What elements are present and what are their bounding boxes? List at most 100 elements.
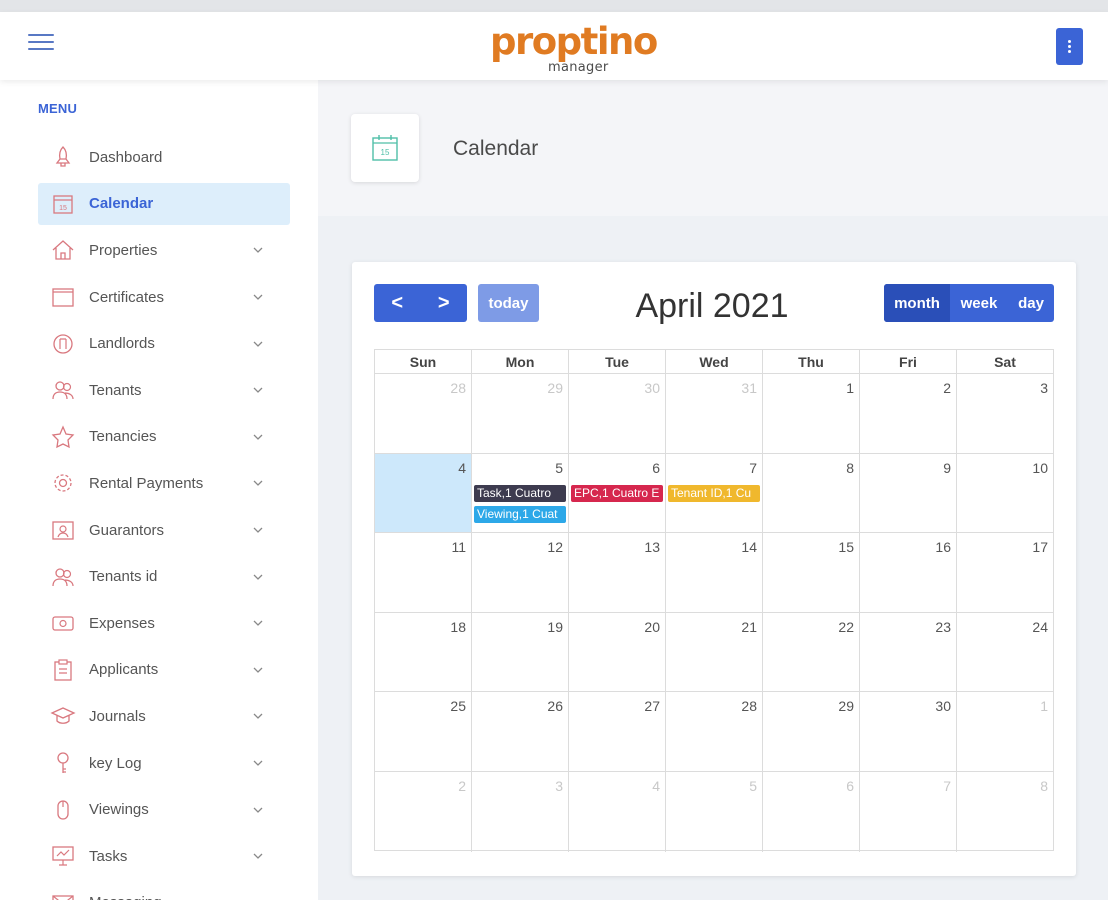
day-number: 1	[846, 380, 854, 396]
chevron-down-icon[interactable]	[252, 617, 264, 629]
calendar-day[interactable]: 28	[666, 692, 763, 771]
calendar-day[interactable]: 3	[957, 374, 1053, 453]
chevron-down-icon[interactable]	[252, 804, 264, 816]
calendar-day[interactable]: 20	[569, 612, 666, 692]
calendar-day[interactable]: 9	[860, 453, 957, 533]
view-day-button[interactable]: day	[1008, 284, 1054, 322]
calendar-day[interactable]: 16	[860, 533, 957, 612]
calendar-day[interactable]: 19	[472, 612, 569, 692]
calendar-day[interactable]: 30	[569, 374, 666, 453]
day-number: 4	[458, 459, 466, 476]
today-button[interactable]: today	[478, 284, 539, 322]
chevron-down-icon[interactable]	[252, 757, 264, 769]
sidebar-item-label: key Log	[89, 754, 142, 772]
calendar-day[interactable]: 25	[375, 692, 472, 771]
chevron-down-icon[interactable]	[252, 431, 264, 443]
sidebar-item-label: Tenants id	[89, 568, 158, 586]
view-week-button[interactable]: week	[950, 284, 1008, 322]
sidebar-item-label: Guarantors	[89, 521, 165, 539]
weekday-header-sun: Sun	[375, 350, 472, 373]
chevron-down-icon[interactable]	[252, 710, 264, 722]
calendar-day[interactable]: 2	[860, 374, 957, 453]
calendar-day[interactable]: 2	[375, 771, 472, 852]
sidebar-item-landlords[interactable]: Landlords	[38, 320, 290, 367]
sidebar-item-rental-payments[interactable]: Rental Payments	[38, 460, 290, 507]
hamburger-menu-icon[interactable]	[28, 34, 54, 54]
day-number: 2	[943, 380, 951, 396]
page-calendar-icon: 15	[351, 114, 419, 182]
sidebar-item-tenancies[interactable]: Tenancies	[38, 414, 290, 461]
chevron-down-icon[interactable]	[252, 384, 264, 396]
chevron-down-icon[interactable]	[252, 664, 264, 676]
calendar-day[interactable]: 21	[666, 612, 763, 692]
chevron-down-icon[interactable]	[252, 571, 264, 583]
calendar-day[interactable]: 7	[860, 771, 957, 852]
sidebar-item-key-log[interactable]: key Log	[38, 740, 290, 787]
calendar-day[interactable]: 14	[666, 533, 763, 612]
calendar-day[interactable]: 29	[763, 692, 860, 771]
calendar-day[interactable]: 4	[569, 771, 666, 852]
calendar-day[interactable]: 24	[957, 613, 1053, 692]
chevron-down-icon[interactable]	[252, 244, 264, 256]
sidebar-item-tenants[interactable]: Tenants	[38, 367, 290, 414]
day-number: 18	[450, 618, 466, 635]
calendar-day[interactable]: 6	[763, 771, 860, 852]
sidebar-item-journals[interactable]: Journals	[38, 693, 290, 740]
calendar-day[interactable]: 15	[763, 533, 860, 612]
calendar-day[interactable]: 1	[957, 692, 1053, 771]
calendar-event[interactable]: Task,1 Cuatro	[474, 484, 566, 502]
calendar-icon: 15	[50, 191, 76, 217]
chevron-down-icon[interactable]	[252, 850, 264, 862]
sidebar-item-viewings[interactable]: Viewings	[38, 786, 290, 833]
sidebar-item-messaging[interactable]: Messaging	[38, 880, 290, 900]
sidebar-item-applicants[interactable]: Applicants	[38, 647, 290, 694]
calendar-day[interactable]: 12	[472, 533, 569, 612]
calendar-day[interactable]: 30	[860, 692, 957, 771]
calendar-event[interactable]: Viewing,1 Cuat	[474, 505, 566, 523]
calendar-day[interactable]: 11	[375, 533, 472, 612]
app-logo[interactable]: proptino manager	[490, 20, 658, 78]
day-number: 19	[547, 618, 563, 635]
calendar-day[interactable]: 5	[666, 771, 763, 852]
calendar-day-today[interactable]: 4	[375, 453, 472, 533]
calendar-day[interactable]: 29	[472, 374, 569, 453]
day-number: 3	[1040, 380, 1048, 396]
day-number: 5	[749, 777, 757, 794]
calendar-day[interactable]: 7 Tenant ID,1 Cu	[666, 453, 763, 533]
calendar-day[interactable]: 10	[957, 454, 1053, 533]
sidebar-item-dashboard[interactable]: Dashboard	[38, 134, 290, 181]
prev-month-button[interactable]: <	[374, 284, 421, 322]
users-icon	[50, 377, 76, 403]
sidebar-item-tasks[interactable]: Tasks	[38, 833, 290, 880]
calendar-day[interactable]: 18	[375, 612, 472, 692]
calendar-event[interactable]: EPC,1 Cuatro E	[571, 484, 663, 502]
sidebar-item-guarantors[interactable]: Guarantors	[38, 507, 290, 554]
sidebar-item-calendar[interactable]: 15 Calendar	[38, 182, 290, 225]
chevron-down-icon[interactable]	[252, 338, 264, 350]
calendar-day[interactable]: 1	[763, 374, 860, 453]
calendar-day[interactable]: 28	[375, 374, 472, 453]
calendar-event[interactable]: Tenant ID,1 Cu	[668, 484, 760, 502]
sidebar-item-expenses[interactable]: Expenses	[38, 600, 290, 647]
chevron-down-icon[interactable]	[252, 524, 264, 536]
chevron-down-icon[interactable]	[252, 477, 264, 489]
calendar-day[interactable]: 26	[472, 692, 569, 771]
calendar-day[interactable]: 5 Task,1 Cuatro Viewing,1 Cuat	[472, 453, 569, 533]
sidebar-item-properties[interactable]: Properties	[38, 227, 290, 274]
calendar-day[interactable]: 22	[763, 612, 860, 692]
calendar-day[interactable]: 31	[666, 374, 763, 453]
chevron-down-icon[interactable]	[252, 291, 264, 303]
calendar-day[interactable]: 23	[860, 612, 957, 692]
view-month-button[interactable]: month	[884, 284, 950, 322]
calendar-day[interactable]: 8	[763, 453, 860, 533]
calendar-day[interactable]: 3	[472, 771, 569, 852]
sidebar-item-certificates[interactable]: Certificates	[38, 274, 290, 321]
more-options-icon[interactable]	[1056, 28, 1083, 65]
calendar-day[interactable]: 13	[569, 533, 666, 612]
next-month-button[interactable]: >	[421, 284, 468, 322]
calendar-day[interactable]: 8	[957, 772, 1053, 852]
sidebar-item-tenants-id[interactable]: Tenants id	[38, 553, 290, 600]
calendar-day[interactable]: 27	[569, 692, 666, 771]
calendar-day[interactable]: 6 EPC,1 Cuatro E	[569, 453, 666, 533]
calendar-day[interactable]: 17	[957, 533, 1053, 612]
